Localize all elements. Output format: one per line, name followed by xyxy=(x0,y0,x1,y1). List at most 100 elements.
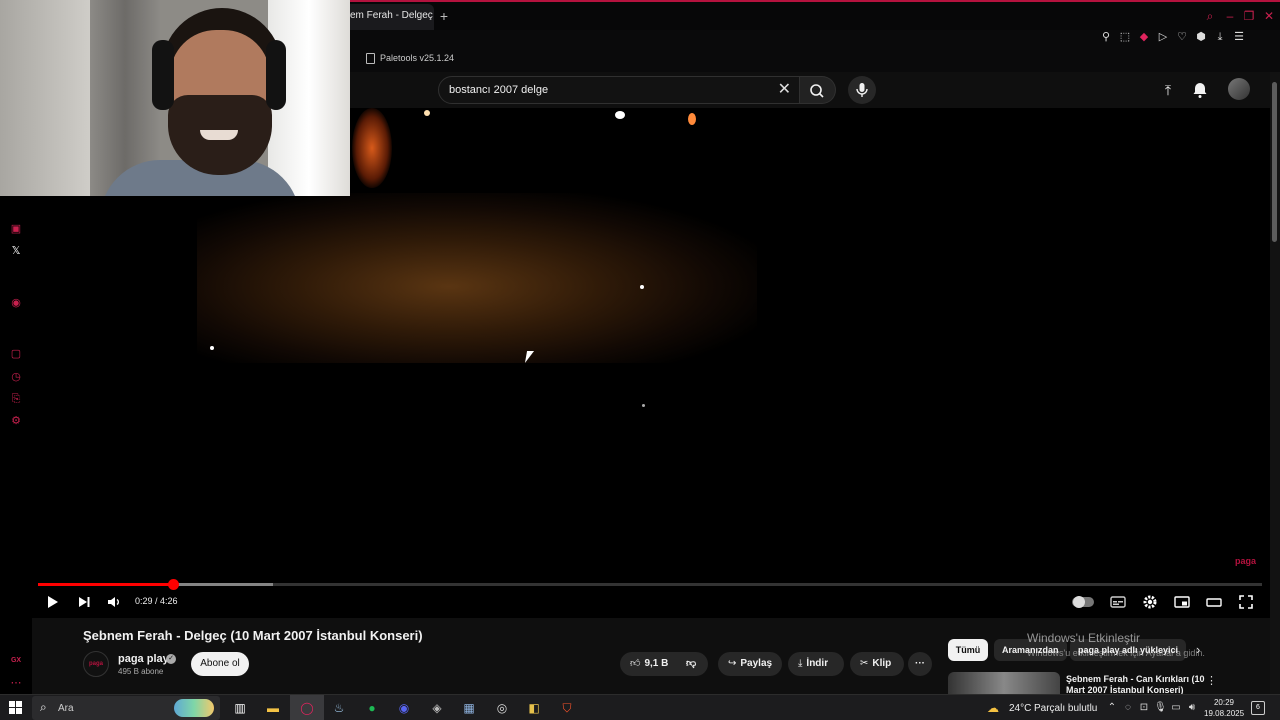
weather-temperature[interactable]: 24°C xyxy=(1009,703,1031,714)
calculator-icon[interactable]: ▦ xyxy=(459,698,479,718)
bell-icon[interactable] xyxy=(1190,80,1210,100)
more-actions-button[interactable]: ··· xyxy=(908,652,932,676)
fullscreen-button[interactable] xyxy=(1236,592,1256,612)
app-icon[interactable]: ◎ xyxy=(492,698,512,718)
chip-all[interactable]: Tümü xyxy=(948,639,988,661)
theater-button[interactable] xyxy=(1204,592,1224,612)
play-icon[interactable]: ▷ xyxy=(1157,30,1169,44)
search-tabs-icon[interactable]: ⌕ xyxy=(1202,8,1218,24)
screenshot-icon[interactable]: ⬚ xyxy=(1119,30,1131,44)
related-video-thumbnail[interactable] xyxy=(948,672,1060,694)
menu-icon[interactable]: ☰ xyxy=(1233,30,1245,44)
progress-scrubber[interactable] xyxy=(167,579,179,590)
tray-app-icon[interactable]: ⊡ xyxy=(1138,701,1150,715)
file-explorer-icon[interactable]: ▬ xyxy=(263,698,283,718)
discord-icon[interactable]: ◉ xyxy=(394,698,414,718)
settings-icon[interactable]: ⚙ xyxy=(9,414,23,428)
twitch-icon[interactable]: ▣ xyxy=(9,222,23,236)
related-more-icon[interactable]: ⋮ xyxy=(1206,674,1217,687)
progress-bar[interactable] xyxy=(38,579,1262,590)
speaker-icon[interactable]: 🔊︎ xyxy=(1186,701,1198,715)
tab-strip: em Ferah - Delgeç ( + ⌕ – ❐ ✕ xyxy=(350,0,1280,30)
taskbar-search[interactable]: ⌕ Ara xyxy=(32,696,220,720)
share-label: Paylaş xyxy=(740,658,773,669)
spotlight xyxy=(642,404,645,407)
clip-button[interactable]: ✂ Klip xyxy=(850,652,904,676)
scrollbar-thumb[interactable] xyxy=(1272,82,1277,242)
page-scrollbar[interactable] xyxy=(1270,72,1280,694)
thumbs-down-icon[interactable]: 👎︎ xyxy=(686,652,696,676)
theater-icon xyxy=(1206,598,1222,607)
download-button[interactable]: ⤓ İndir xyxy=(788,652,844,676)
network-icon[interactable]: ▭ xyxy=(1170,701,1182,715)
spotify-icon[interactable]: ● xyxy=(362,698,382,718)
webcam-person-mouth xyxy=(200,130,238,140)
notification-badge[interactable]: 6 xyxy=(1251,701,1265,715)
volume-button[interactable] xyxy=(104,592,124,612)
thumbs-up-icon[interactable]: 👍︎ xyxy=(630,652,640,676)
app-icon[interactable]: ◈ xyxy=(427,698,447,718)
miniplayer-button[interactable] xyxy=(1172,592,1192,612)
square-icon[interactable]: ▢ xyxy=(9,347,23,361)
download-icon[interactable]: ⤓ xyxy=(1214,30,1226,44)
like-count[interactable]: 9,1 B xyxy=(644,658,668,669)
brave-icon[interactable]: ⛉ xyxy=(557,698,577,718)
search-query: bostancı 2007 delge xyxy=(449,84,549,96)
taskbar-clock[interactable]: 20:29 19.08.2025 xyxy=(1204,697,1244,719)
windows-start-icon[interactable] xyxy=(9,701,23,715)
spotlight xyxy=(210,346,214,350)
opera-gx-icon[interactable]: ◯ xyxy=(297,698,317,718)
search-button[interactable] xyxy=(800,76,836,104)
steam-icon[interactable]: ♨ xyxy=(329,698,349,718)
restore-icon[interactable]: ❐ xyxy=(1241,8,1257,24)
fullscreen-icon xyxy=(1239,595,1253,609)
play-button[interactable] xyxy=(42,592,62,612)
download-label: İndir xyxy=(806,658,829,669)
subtitles-button[interactable] xyxy=(1108,592,1128,612)
bookmark-paletools[interactable]: Paletools v25.1.24 xyxy=(366,50,454,66)
more-icon[interactable]: ⋯ xyxy=(9,676,23,690)
subtitles-icon xyxy=(1110,596,1126,608)
search-icon: ⌕ xyxy=(40,700,47,714)
new-tab-button[interactable]: + xyxy=(436,8,452,24)
channel-avatar[interactable]: paga xyxy=(83,651,109,677)
tray-app-icon[interactable]: ◌ xyxy=(1122,701,1134,715)
record-icon[interactable]: ◉ xyxy=(9,296,23,310)
share-button[interactable]: ↪ Paylaş xyxy=(718,652,782,676)
document-icon xyxy=(366,52,375,64)
minimize-icon[interactable]: – xyxy=(1222,8,1238,24)
weather-condition[interactable]: Parçalı bulutlu xyxy=(1034,703,1097,714)
search-input[interactable]: bostancı 2007 delge ✕ xyxy=(438,76,800,104)
history-icon[interactable]: ◷ xyxy=(9,370,23,384)
next-button[interactable] xyxy=(74,592,94,612)
pocket-icon[interactable]: ◆ xyxy=(1138,30,1150,44)
app-icon[interactable]: ◧ xyxy=(524,698,544,718)
related-video-title[interactable]: Şebnem Ferah - Can Kırıkları (10 Mart 20… xyxy=(1066,674,1206,694)
subscribe-button[interactable]: Abone ol xyxy=(191,652,249,676)
weather-icon[interactable]: ☁ xyxy=(987,700,1003,716)
link-icon[interactable]: ⎘ xyxy=(9,392,23,406)
tab-active[interactable]: em Ferah - Delgeç ( xyxy=(350,4,434,30)
voice-search-button[interactable] xyxy=(848,76,876,104)
channel-watermark[interactable]: paga xyxy=(1235,556,1256,566)
upload-icon[interactable]: ⤒ xyxy=(1158,80,1178,100)
mic-icon[interactable]: 🎙︎ xyxy=(1154,701,1167,715)
windows-activation-title: Windows'u Etkinleştir xyxy=(1027,631,1140,645)
chevron-up-icon[interactable]: ⌃ xyxy=(1106,701,1118,715)
subscriber-count: 495 B abone xyxy=(118,667,164,676)
gx-icon[interactable]: GX xyxy=(9,654,23,668)
clear-search-icon[interactable]: ✕ xyxy=(778,81,791,99)
extension-icon[interactable]: ⬢ xyxy=(1195,30,1207,44)
avatar[interactable] xyxy=(1228,78,1250,100)
heart-icon[interactable]: ♡ xyxy=(1176,30,1188,44)
like-dislike-group: 👍︎ 9,1 B 👎︎ xyxy=(620,652,708,676)
close-icon[interactable]: ✕ xyxy=(1261,8,1277,24)
download-icon: ⤓ xyxy=(798,658,803,669)
pin-icon[interactable]: ⚲ xyxy=(1100,30,1112,44)
x-icon[interactable]: 𝕏 xyxy=(9,244,23,258)
channel-name[interactable]: paga play xyxy=(118,653,169,665)
spotlight xyxy=(640,285,644,289)
autoplay-toggle[interactable] xyxy=(1072,596,1094,608)
task-view-icon[interactable]: ▥ xyxy=(230,698,250,718)
settings-button[interactable] xyxy=(1140,592,1160,612)
